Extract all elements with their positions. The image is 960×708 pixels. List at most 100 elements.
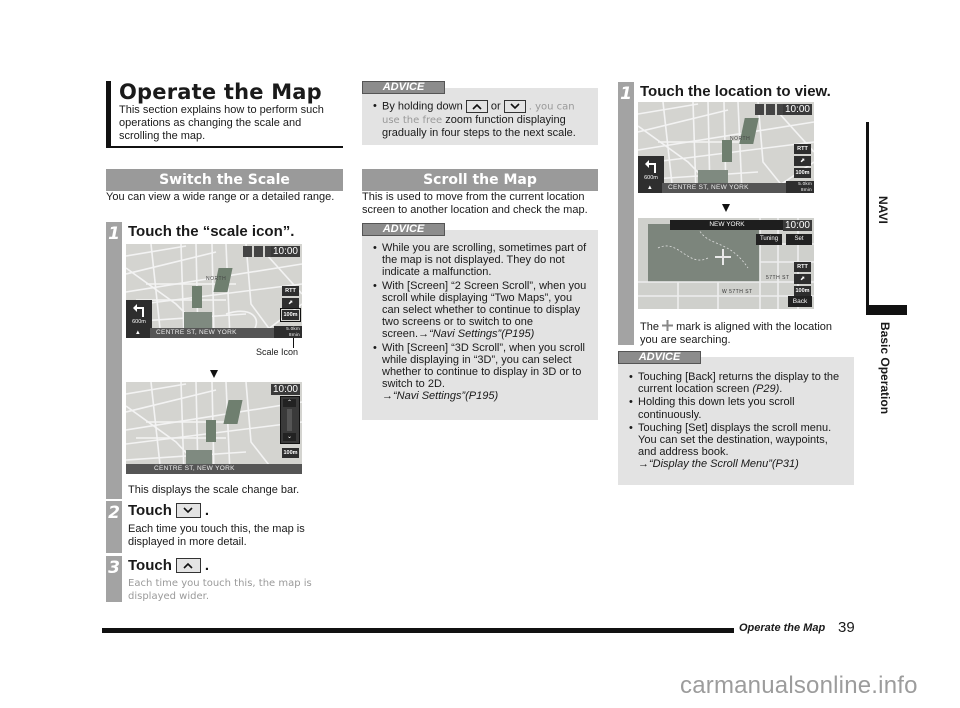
section-heading-scroll-map: Scroll the Map: [362, 169, 598, 191]
map-park: [206, 420, 216, 442]
map-bottom-bar: CENTRE ST, NEW YORK: [126, 464, 302, 474]
advice-reference-link[interactable]: →“Navi Settings”(P195): [382, 390, 498, 402]
advice-item: Touching [Back] returns the display to t…: [629, 371, 848, 395]
side-tab-line: [866, 122, 869, 305]
scale-icon-button[interactable]: 100m: [282, 448, 299, 458]
chevron-down-button[interactable]: [175, 503, 201, 518]
map-park: [186, 450, 212, 464]
watermark: carmanualsonline.info: [680, 672, 918, 699]
compass-button[interactable]: ⬈: [282, 298, 299, 308]
advice-item: By holding down or . you can use the fre…: [373, 100, 592, 139]
chevron-down-icon: [183, 507, 193, 514]
step-caption: This displays the scale change bar.: [128, 484, 300, 496]
scale-step-1: 1 Touch the “scale icon”. NORTH 10:00 RT…: [106, 222, 343, 499]
rtt-button[interactable]: RTT: [282, 286, 299, 296]
street-label: NORTH: [206, 276, 227, 282]
rtt-button[interactable]: RTT: [794, 144, 811, 154]
step-number: 1: [108, 224, 120, 244]
compass-button[interactable]: ⬈: [794, 274, 811, 284]
scale-slider-track[interactable]: [287, 409, 292, 431]
map-clock: 10:00: [782, 220, 812, 231]
map-clock: 10:00: [782, 104, 812, 115]
section-heading-switch-scale: Switch the Scale: [106, 169, 343, 191]
footer-title: Operate the Map: [739, 622, 826, 634]
street-label: 57TH ST: [766, 275, 790, 281]
chevron-up-button[interactable]: [175, 558, 201, 573]
page-number: 39: [838, 619, 855, 636]
advice-reference-link[interactable]: (P29): [752, 383, 779, 395]
scale-icon-button[interactable]: 100m: [280, 308, 301, 322]
step-text: Each time you touch this, the map is dis…: [128, 578, 312, 602]
advice-reference-link[interactable]: →“Display the Scroll Menu”(P31): [638, 458, 799, 470]
turn-distance: 600m: [132, 319, 146, 325]
page-title-block: Operate the Map This section explains ho…: [106, 81, 343, 148]
page-title: Operate the Map: [119, 80, 322, 104]
scale-icon-callout: Scale Icon: [256, 347, 299, 357]
scale-change-bar[interactable]: ⌃ ⌄: [280, 396, 300, 444]
map-screenshot-scroll: NEW YORK 10:00 Tuning Set 57TH ST W 57TH…: [638, 218, 814, 309]
step-title: Touch the “scale icon”.: [128, 223, 295, 240]
scale-step-3: 3 Touch . Each time you touch this, the …: [106, 556, 343, 602]
advice-label: ADVICE: [362, 81, 445, 94]
advice-box-zoom: ADVICE By holding down or . you can use …: [362, 81, 598, 145]
advice-item: While you are scrolling, sometimes part …: [373, 242, 592, 279]
turn-distance: 600m: [644, 175, 658, 181]
map-bottom-bar: ▲ CENTRE ST, NEW YORK 5.0km 8min: [638, 181, 814, 193]
scroll-step-1: 1 Touch the location to view. NORTH 10:0…: [618, 82, 854, 346]
switch-scale-intro: You can view a wide range or a detailed …: [106, 191, 335, 203]
step-number: 2: [108, 503, 120, 523]
step-title: Touch .: [128, 502, 210, 519]
arrow-down-icon: [722, 204, 730, 212]
map-park: [192, 286, 202, 308]
scroll-map-intro: This is used to move from the current lo…: [362, 191, 588, 216]
turn-indicator: 600m: [126, 300, 152, 328]
turn-left-arrow-icon: [645, 160, 656, 173]
step-number: 1: [620, 84, 632, 104]
step-title: Touch the location to view.: [640, 83, 831, 100]
zoom-in-button[interactable]: ⌄: [283, 433, 296, 441]
step-bar: [106, 222, 122, 499]
advice-item: With [Screen] “3D Scroll”, when you scro…: [373, 342, 592, 403]
scale-step-2: 2 Touch . Each time you touch this, the …: [106, 501, 343, 553]
chevron-up-icon: [472, 103, 482, 110]
map-clock: 10:00: [270, 384, 300, 395]
status-icons: [243, 246, 274, 257]
compass-button[interactable]: ⬈: [794, 156, 811, 166]
scale-icon-button[interactable]: 100m: [794, 168, 811, 178]
eta-panel: 5.0km 8min: [786, 181, 814, 193]
chevron-down-button[interactable]: [503, 100, 526, 113]
tuning-button[interactable]: Tuning: [756, 234, 782, 245]
step-number: 3: [108, 558, 120, 578]
advice-item: With [Screen] “2 Screen Scroll”, when yo…: [373, 280, 592, 341]
chevron-up-icon: [183, 562, 193, 569]
crosshair-icon: [715, 249, 731, 265]
step-bar: [618, 82, 634, 345]
chevron-up-button[interactable]: [465, 100, 488, 113]
advice-box-scroll: ADVICE While you are scrolling, sometime…: [362, 223, 598, 420]
advice-item: Holding this down lets you scroll contin…: [629, 396, 848, 420]
map-bottom-bar: ▲ CENTRE ST, NEW YORK 5.0km 8min: [126, 326, 302, 338]
back-button[interactable]: Back: [788, 296, 812, 307]
street-label: W 57TH ST: [722, 289, 753, 295]
map-screenshot-current: NORTH 10:00 RTT ⬈ 100m 600m ▲ CENTRE ST,…: [126, 244, 302, 338]
rtt-button[interactable]: RTT: [794, 262, 811, 272]
set-button[interactable]: Set: [786, 234, 812, 245]
scale-icon-button[interactable]: 100m: [794, 286, 811, 296]
map-park: [722, 140, 732, 162]
current-street: CENTRE ST, NEW YORK: [154, 465, 235, 472]
menu-up-button[interactable]: ▲: [126, 328, 150, 338]
scroll-title-bar: NEW YORK: [670, 220, 784, 230]
turn-indicator: 600m: [638, 156, 664, 184]
step-text: Each time you touch this, the map is dis…: [128, 523, 305, 548]
menu-up-button[interactable]: ▲: [638, 183, 662, 193]
side-tab-marker: [866, 305, 907, 315]
zoom-out-button[interactable]: ⌃: [283, 399, 296, 407]
status-icons: [755, 104, 786, 115]
arrow-down-icon: [210, 370, 218, 378]
advice-label: ADVICE: [362, 223, 445, 236]
chevron-down-icon: [510, 103, 520, 110]
map-screenshot-scale-bar: 10:00 ⌃ ⌄ 100m CENTRE ST, NEW YORK: [126, 382, 302, 474]
advice-reference-link[interactable]: →“Navi Settings”(P195): [418, 328, 534, 340]
eta-panel: 5.0km 8min: [274, 326, 302, 338]
map-clock: 10:00: [270, 246, 300, 257]
